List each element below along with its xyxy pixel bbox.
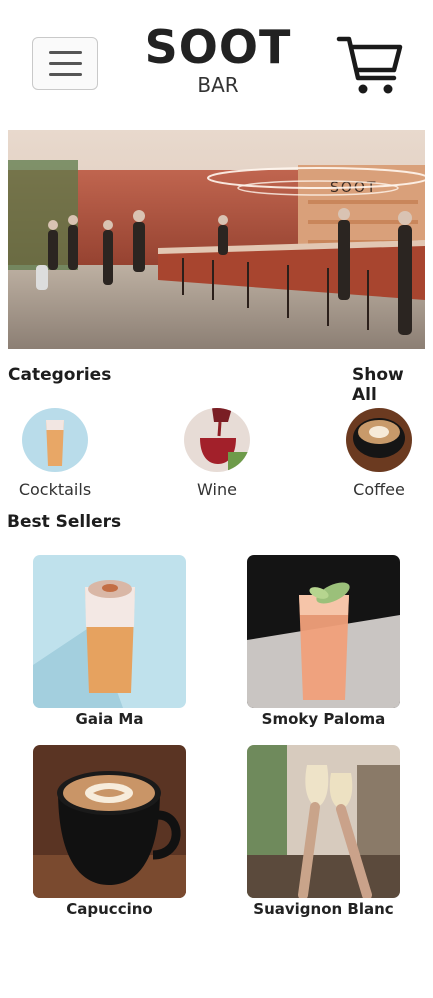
category-coffee[interactable]: Coffee — [329, 408, 429, 499]
product-image — [33, 555, 186, 708]
cart-icon — [336, 36, 403, 94]
product-name: Suavignon Blanc — [253, 900, 394, 918]
product-card-capuccino[interactable]: Capuccino — [33, 745, 186, 918]
category-label: Wine — [197, 480, 237, 499]
category-label: Cocktails — [18, 480, 92, 499]
brand-name: SOOT — [144, 20, 292, 74]
category-thumbnail — [346, 408, 412, 472]
brand-logo[interactable]: SOOT BAR — [140, 20, 296, 96]
brand-subtitle: BAR — [197, 73, 239, 97]
product-image — [247, 555, 400, 708]
app-header: SOOT BAR — [0, 0, 433, 128]
category-thumbnail — [22, 408, 88, 472]
product-image — [247, 745, 400, 898]
menu-button[interactable] — [32, 37, 98, 90]
category-cocktails[interactable]: Cocktails — [5, 408, 105, 499]
best-sellers-title: Best Sellers — [7, 512, 122, 532]
product-card-gaia-ma[interactable]: Gaia Ma — [33, 555, 186, 728]
category-thumbnail — [184, 408, 250, 472]
product-name: Capuccino — [66, 900, 153, 918]
hero-image: SOOT — [8, 130, 425, 349]
categories-title: Categories — [8, 365, 112, 385]
show-all-link[interactable]: Show All — [352, 365, 433, 405]
product-image — [33, 745, 186, 898]
product-name: Gaia Ma — [75, 710, 144, 728]
cart-button[interactable] — [336, 34, 404, 96]
category-label: Coffee — [353, 480, 405, 499]
product-name: Smoky Paloma — [261, 710, 386, 728]
product-card-suavignon-blanc[interactable]: Suavignon Blanc — [247, 745, 400, 918]
category-wine[interactable]: Wine — [167, 408, 267, 499]
product-card-smoky-paloma[interactable]: Smoky Paloma — [247, 555, 400, 728]
